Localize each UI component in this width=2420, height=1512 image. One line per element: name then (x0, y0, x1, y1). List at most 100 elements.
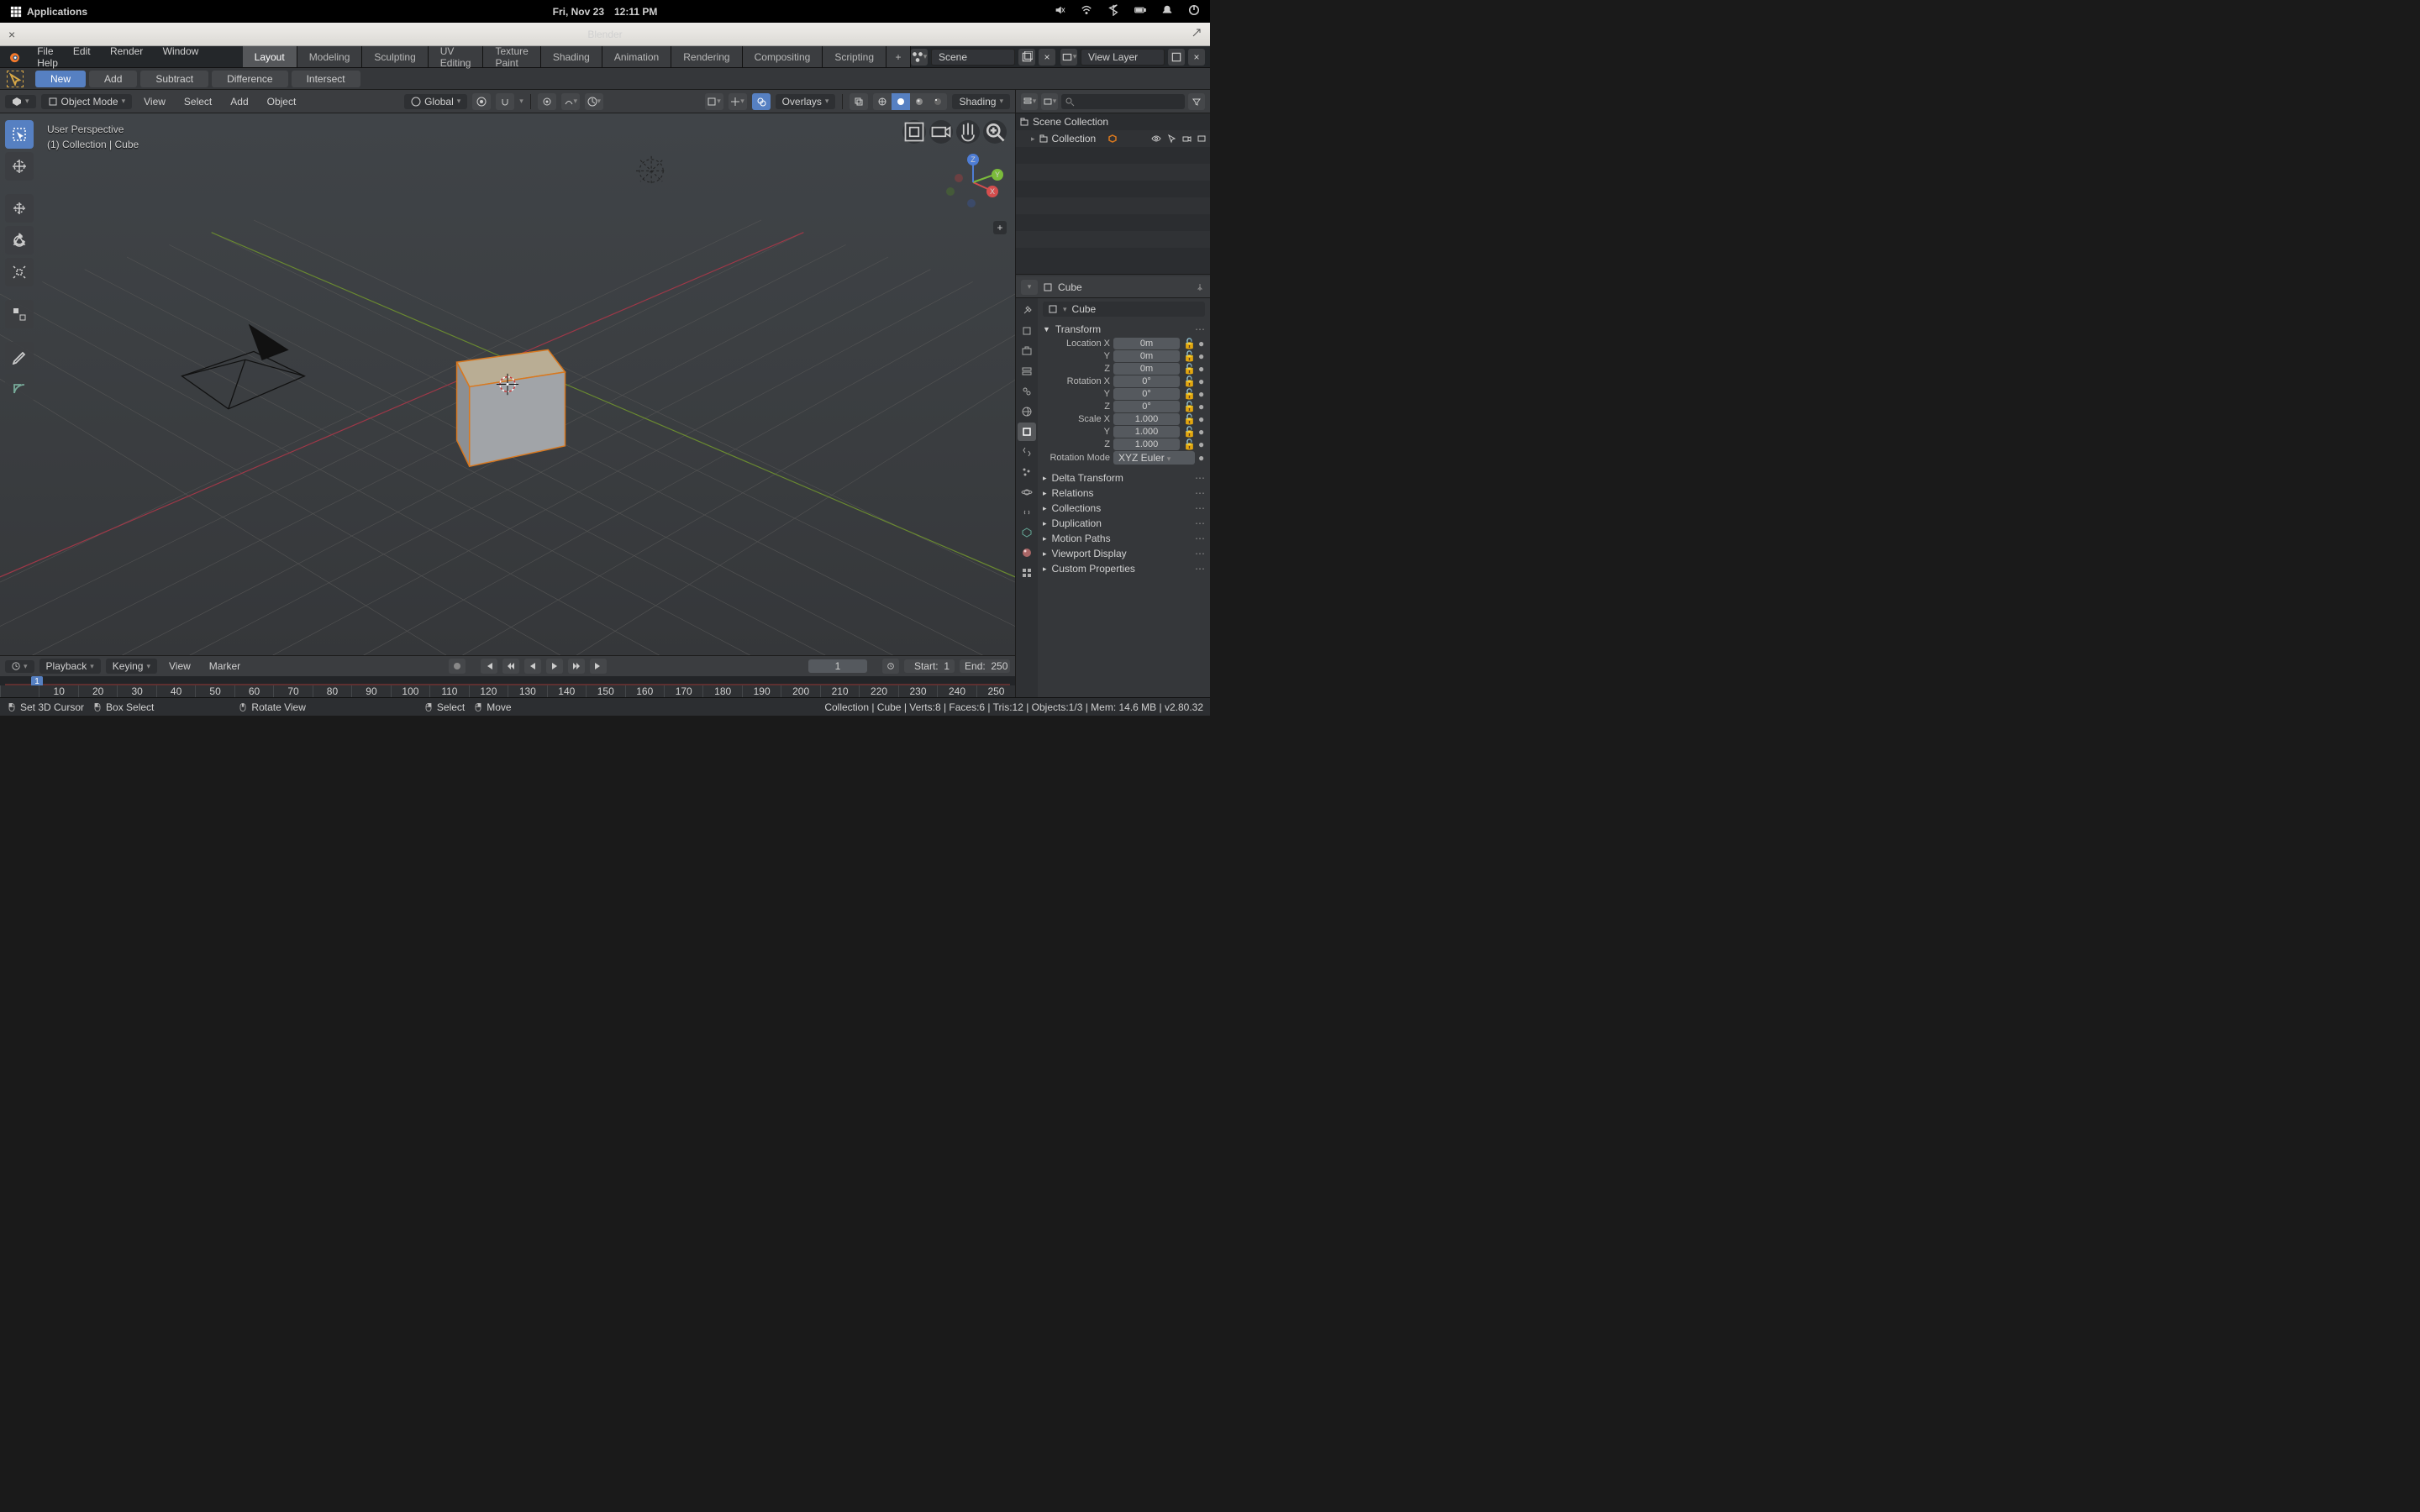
ptab-render[interactable] (1018, 322, 1036, 340)
ptab-modifiers[interactable] (1018, 443, 1036, 461)
timeline-editor-dropdown[interactable]: ▾ (5, 660, 34, 673)
shade-rendered[interactable] (929, 93, 947, 110)
3d-viewport[interactable]: User Perspective (1) Collection | Cube (0, 113, 1015, 655)
add-workspace-button[interactable]: + (886, 46, 911, 67)
notifications-icon[interactable] (1161, 4, 1173, 18)
section-transform[interactable]: ▼Transform⋯ (1043, 322, 1205, 337)
section-motion-paths[interactable]: ▸Motion Paths⋯ (1043, 531, 1205, 546)
end-frame-field[interactable]: End: 250 (960, 659, 1010, 673)
delete-layer-button[interactable]: × (1188, 49, 1205, 66)
ptab-world[interactable] (1018, 402, 1036, 421)
ptab-constraints[interactable] (1018, 503, 1036, 522)
outliner[interactable]: Scene Collection ▸ Collection (1016, 113, 1210, 275)
current-frame-field[interactable]: 1 (808, 659, 867, 673)
shade-lookdev[interactable] (910, 93, 929, 110)
overlays-dropdown[interactable]: Overlays▾ (776, 94, 836, 109)
ptab-texture[interactable] (1018, 564, 1036, 582)
scl-z[interactable]: 1.000 (1113, 438, 1180, 450)
wifi-icon[interactable] (1081, 4, 1092, 18)
tab-modeling[interactable]: Modeling (297, 46, 363, 67)
tl-menu-view[interactable]: View (162, 659, 197, 674)
browse-scene-button[interactable]: ▾ (911, 49, 928, 66)
tool-scale[interactable] (5, 258, 34, 286)
start-frame-field[interactable]: Start: 1 (904, 659, 955, 673)
nav-view-camera-icon[interactable] (929, 120, 953, 144)
ptab-scene[interactable] (1018, 382, 1036, 401)
gizmo-options[interactable]: ▾ (585, 93, 603, 110)
browse-layer-button[interactable]: ▾ (1060, 49, 1077, 66)
proportional-falloff[interactable]: ▾ (561, 93, 580, 110)
editor-type-dropdown[interactable]: ▾ (5, 95, 36, 108)
xray-toggle[interactable] (850, 93, 868, 110)
outliner-filter-button[interactable] (1188, 93, 1205, 110)
tool-transform[interactable] (5, 300, 34, 328)
mode-subtract-button[interactable]: Subtract (140, 71, 208, 87)
tab-animation[interactable]: Animation (602, 46, 671, 67)
tab-rendering[interactable]: Rendering (671, 46, 742, 67)
ptab-viewlayer[interactable] (1018, 362, 1036, 381)
outliner-display-dropdown[interactable]: ▾ (1041, 93, 1058, 110)
autokey-button[interactable] (449, 659, 466, 674)
close-button[interactable]: × (8, 28, 15, 41)
camera-icon[interactable] (1181, 134, 1192, 144)
tab-texture-paint[interactable]: Texture Paint (483, 46, 540, 67)
ptab-physics[interactable] (1018, 483, 1036, 501)
eye-icon[interactable] (1151, 134, 1161, 144)
menu-help[interactable]: Help (29, 54, 66, 72)
tool-annotate[interactable] (5, 342, 34, 370)
tool-rotate[interactable] (5, 226, 34, 255)
jump-end-button[interactable] (590, 659, 607, 674)
tab-sculpting[interactable]: Sculpting (362, 46, 428, 67)
nav-camera-icon[interactable] (902, 120, 926, 144)
section-duplication[interactable]: ▸Duplication⋯ (1043, 516, 1205, 531)
ptab-tool[interactable] (1018, 302, 1036, 320)
lock-icon[interactable]: 🔓 (1183, 338, 1195, 349)
mode-new-button[interactable]: New (35, 71, 86, 87)
snap-toggle[interactable] (496, 93, 514, 110)
layer-name-field[interactable]: View Layer (1081, 49, 1165, 66)
nav-pan-icon[interactable] (956, 120, 980, 144)
box-select-icon[interactable] (7, 71, 24, 87)
ptab-object[interactable] (1018, 423, 1036, 441)
scene-name-field[interactable]: Scene (931, 49, 1015, 66)
tool-measure[interactable] (5, 374, 34, 402)
tab-scripting[interactable]: Scripting (823, 46, 886, 67)
tab-layout[interactable]: Layout (243, 46, 297, 67)
gizmo-toggle[interactable]: ▾ (729, 93, 747, 110)
outliner-editor-dropdown[interactable]: ▾ (1021, 93, 1038, 110)
jump-start-button[interactable] (481, 659, 497, 674)
tab-uv-editing[interactable]: UV Editing (429, 46, 484, 67)
bluetooth-icon[interactable] (1107, 4, 1119, 18)
section-collections[interactable]: ▸Collections⋯ (1043, 501, 1205, 516)
playback-dropdown[interactable]: Playback▾ (39, 659, 101, 674)
render-icon[interactable] (1197, 134, 1207, 144)
delete-scene-button[interactable]: × (1039, 49, 1055, 66)
mode-difference-button[interactable]: Difference (212, 71, 287, 87)
applications-menu[interactable]: Applications (10, 6, 87, 18)
object-name-field[interactable]: ▾ Cube (1043, 302, 1205, 317)
scl-x[interactable]: 1.000 (1113, 413, 1180, 425)
vp-menu-select[interactable]: Select (177, 94, 218, 109)
tool-cursor[interactable] (5, 152, 34, 181)
rot-x[interactable]: 0° (1113, 375, 1180, 387)
tab-compositing[interactable]: Compositing (743, 46, 823, 67)
shade-solid[interactable] (892, 93, 910, 110)
clock[interactable]: Fri, Nov 23 12:11 PM (553, 6, 658, 18)
rot-y[interactable]: 0° (1113, 388, 1180, 400)
jump-prev-key-button[interactable] (502, 659, 519, 674)
rotation-mode-dropdown[interactable]: XYZ Euler ▾ (1113, 451, 1195, 465)
rot-z[interactable]: 0° (1113, 401, 1180, 412)
pivot-button[interactable] (472, 93, 491, 110)
vp-menu-add[interactable]: Add (224, 94, 255, 109)
mode-dropdown[interactable]: Object Mode▾ (41, 94, 133, 109)
battery-icon[interactable] (1134, 4, 1146, 18)
section-viewport-display[interactable]: ▸Viewport Display⋯ (1043, 546, 1205, 561)
ptab-particles[interactable] (1018, 463, 1036, 481)
object-types-vis[interactable]: ▾ (705, 93, 723, 110)
play-reverse-button[interactable] (524, 659, 541, 674)
ptab-data[interactable] (1018, 523, 1036, 542)
ptab-output[interactable] (1018, 342, 1036, 360)
play-button[interactable] (546, 659, 563, 674)
section-custom-props[interactable]: ▸Custom Properties⋯ (1043, 561, 1205, 576)
outliner-search[interactable] (1061, 94, 1185, 109)
